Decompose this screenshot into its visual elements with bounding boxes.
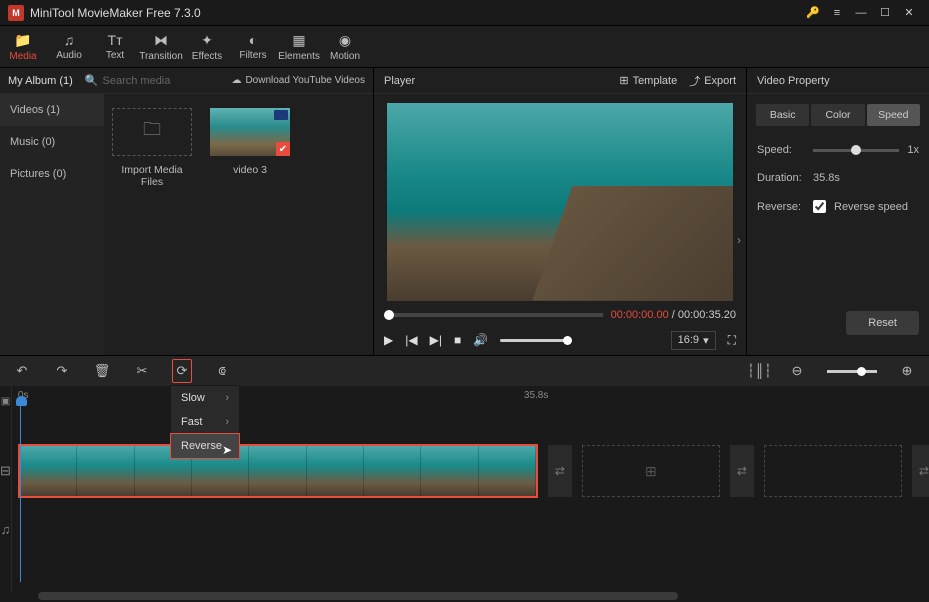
tab-basic[interactable]: Basic bbox=[756, 104, 809, 126]
media-thumbnail-video3[interactable]: ✔ video 3 bbox=[210, 108, 290, 176]
speed-dropdown-menu: Slow› Fast› Reverse bbox=[170, 385, 240, 459]
app-logo: M bbox=[8, 5, 24, 21]
music-icon: ♫ bbox=[64, 32, 75, 48]
tab-text[interactable]: TтText bbox=[92, 26, 138, 67]
video-clip[interactable] bbox=[18, 444, 538, 498]
speed-value: 1x bbox=[907, 144, 919, 156]
export-button[interactable]: ⤴Export bbox=[689, 73, 736, 89]
chevron-right-icon: › bbox=[225, 392, 229, 404]
empty-clip-slot[interactable] bbox=[764, 445, 902, 497]
video-badge-icon bbox=[274, 110, 288, 120]
play-button[interactable]: ▶ bbox=[384, 333, 393, 347]
category-pictures[interactable]: Pictures (0) bbox=[0, 158, 104, 190]
album-label[interactable]: My Album (1) bbox=[8, 75, 73, 87]
motion-icon: ◉ bbox=[339, 32, 351, 49]
zoom-slider[interactable] bbox=[827, 370, 877, 373]
transition-icon: ⧓ bbox=[154, 32, 168, 49]
collapse-panel-button[interactable]: › bbox=[737, 233, 741, 247]
transition-slot[interactable]: ⇄ bbox=[730, 445, 754, 497]
reverse-checkbox-label: Reverse speed bbox=[834, 201, 908, 213]
reverse-label: Reverse: bbox=[757, 201, 805, 213]
empty-clip-slot[interactable]: ⊞ bbox=[582, 445, 720, 497]
tab-color[interactable]: Color bbox=[811, 104, 864, 126]
duration-label: Duration: bbox=[757, 172, 805, 184]
prev-button[interactable]: |◀ bbox=[405, 333, 417, 347]
player-label: Player bbox=[384, 75, 415, 87]
category-music[interactable]: Music (0) bbox=[0, 126, 104, 158]
cloud-icon: ☁ bbox=[231, 75, 241, 86]
tab-motion[interactable]: ◉Motion bbox=[322, 26, 368, 67]
reverse-checkbox[interactable] bbox=[813, 200, 826, 213]
close-icon[interactable]: ✕ bbox=[897, 1, 921, 25]
fullscreen-button[interactable]: ⛶ bbox=[728, 333, 736, 348]
video-track-icon: ⊟ bbox=[0, 442, 11, 500]
tab-transition[interactable]: ⧓Transition bbox=[138, 26, 184, 67]
volume-slider[interactable] bbox=[500, 339, 570, 342]
volume-icon[interactable]: 🔊 bbox=[473, 333, 488, 347]
text-icon: Tт bbox=[108, 32, 123, 48]
speed-slider[interactable] bbox=[813, 149, 899, 152]
duration-value: 35.8s bbox=[813, 172, 840, 184]
stop-button[interactable]: ■ bbox=[454, 333, 461, 347]
delete-button[interactable]: 🗑 bbox=[92, 363, 112, 379]
timeline-ruler[interactable]: 0s 35.8s bbox=[12, 386, 929, 416]
undo-button[interactable]: ↶ bbox=[12, 363, 32, 379]
layers-icon: ▣ bbox=[0, 386, 11, 416]
key-icon[interactable]: 🔑 bbox=[801, 1, 825, 25]
menu-item-slow[interactable]: Slow› bbox=[171, 386, 239, 410]
export-icon: ⤴ bbox=[689, 73, 700, 89]
tab-filters[interactable]: ◐Filters bbox=[230, 26, 276, 67]
search-input[interactable]: 🔍Search media bbox=[85, 74, 171, 87]
reset-button[interactable]: Reset bbox=[846, 311, 919, 335]
timecode: 00:00:00.00 / 00:00:35.20 bbox=[611, 309, 736, 321]
tab-effects[interactable]: ✦Effects bbox=[184, 26, 230, 67]
timeline-scrollbar[interactable] bbox=[0, 592, 929, 602]
zoom-out-button[interactable]: ⊖ bbox=[787, 363, 807, 379]
effects-icon: ✦ bbox=[201, 32, 213, 49]
video-preview bbox=[387, 103, 733, 301]
import-media-button[interactable]: 🗀 Import Media Files bbox=[112, 108, 192, 188]
audio-track-icon: ♫ bbox=[0, 500, 11, 558]
chevron-right-icon: › bbox=[225, 416, 229, 428]
folder-icon: 🗀 bbox=[143, 117, 161, 147]
tab-speed[interactable]: Speed bbox=[867, 104, 920, 126]
search-icon: 🔍 bbox=[85, 74, 99, 87]
aspect-ratio-select[interactable]: 16:9▾ bbox=[671, 331, 716, 350]
speed-label: Speed: bbox=[757, 144, 805, 156]
tab-audio[interactable]: ♫Audio bbox=[46, 26, 92, 67]
template-icon: ⊞ bbox=[619, 74, 628, 87]
crop-button[interactable]: ⟃ bbox=[212, 363, 232, 379]
tab-elements[interactable]: ▦Elements bbox=[276, 26, 322, 67]
template-button[interactable]: ⊞Template bbox=[619, 74, 677, 87]
audio-levels-icon[interactable]: ┆║┆ bbox=[747, 363, 767, 379]
folder-icon: 📁 bbox=[14, 32, 31, 49]
download-youtube-button[interactable]: ☁Download YouTube Videos bbox=[231, 75, 365, 86]
check-icon: ✔ bbox=[276, 142, 290, 156]
elements-icon: ▦ bbox=[292, 32, 305, 49]
minimize-icon[interactable]: ― bbox=[849, 1, 873, 25]
menu-item-fast[interactable]: Fast› bbox=[171, 410, 239, 434]
tab-media[interactable]: 📁Media bbox=[0, 26, 46, 67]
menu-item-reverse[interactable]: Reverse bbox=[171, 434, 239, 458]
chevron-down-icon: ▾ bbox=[703, 334, 709, 347]
speed-menu-button[interactable]: ⟳ bbox=[172, 359, 192, 383]
audio-track[interactable] bbox=[12, 500, 929, 558]
zoom-in-button[interactable]: ⊕ bbox=[897, 363, 917, 379]
playhead[interactable] bbox=[20, 402, 21, 582]
transition-slot[interactable]: ⇄ bbox=[912, 445, 929, 497]
next-button[interactable]: ▶| bbox=[430, 333, 442, 347]
redo-button[interactable]: ↷ bbox=[52, 363, 72, 379]
filters-icon: ◐ bbox=[249, 32, 257, 48]
app-title: MiniTool MovieMaker Free 7.3.0 bbox=[30, 6, 801, 20]
category-videos[interactable]: Videos (1) bbox=[0, 94, 104, 126]
split-button[interactable]: ✂ bbox=[132, 363, 152, 379]
menu-icon[interactable]: ≡ bbox=[825, 1, 849, 25]
seek-slider[interactable] bbox=[384, 313, 603, 317]
transition-slot[interactable]: ⇄ bbox=[548, 445, 572, 497]
maximize-icon[interactable]: ☐ bbox=[873, 1, 897, 25]
video-property-title: Video Property bbox=[747, 68, 929, 94]
